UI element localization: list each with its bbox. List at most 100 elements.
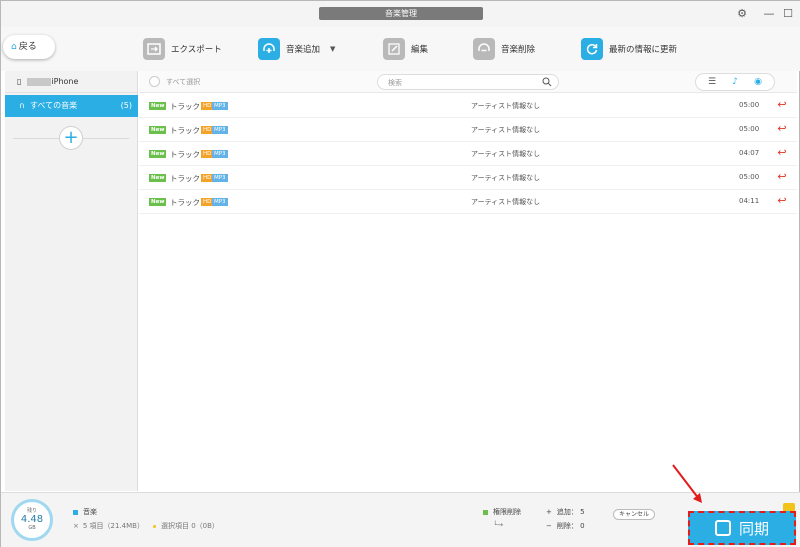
search-icon[interactable] <box>542 77 552 87</box>
search-placeholder: 検索 <box>388 79 402 87</box>
settings-gear-icon[interactable]: ⚙ <box>735 7 749 21</box>
add-music-button[interactable]: 音楽追加 ▼ <box>258 37 335 61</box>
items-summary-text: 5 項目（21.4MB） <box>82 522 144 530</box>
plus-icon: + <box>546 508 552 516</box>
all-music-label: すべての音楽 <box>29 101 78 110</box>
table-row[interactable]: New トラック 1 HD MP3 アーティスト情報なし 05:00 ↩ <box>139 94 797 118</box>
circle-view-icon[interactable]: ◉ <box>754 77 762 87</box>
device-name-redacted <box>27 77 52 86</box>
track-list-panel: すべて選択 検索 ☰ ♪ ◉ New トラック 1 HD MP3 アーティスト情… <box>139 71 797 491</box>
storage-caption: 残り <box>26 508 37 514</box>
refresh-icon <box>581 38 603 60</box>
refresh-button[interactable]: 最新の情報に更新 <box>581 37 677 61</box>
back-button[interactable]: ⌂ 戻る <box>3 35 55 59</box>
edit-label: 編集 <box>411 45 429 55</box>
device-item[interactable]: ▯ iPhone <box>5 71 137 93</box>
add-count: + 追加： 5 <box>546 507 585 517</box>
annotation-arrow-icon <box>672 464 702 503</box>
rights-legend: 権限削除 <box>483 507 521 517</box>
selected-dot-icon <box>153 524 156 528</box>
new-badge: New <box>149 126 167 134</box>
search-input[interactable]: 検索 <box>377 74 559 90</box>
music-legend: 音楽 <box>73 507 97 517</box>
track-artist: アーティスト情報なし <box>471 198 541 206</box>
format-badge: MP3 <box>212 126 228 134</box>
refresh-label: 最新の情報に更新 <box>609 45 678 55</box>
new-badge: New <box>149 198 167 206</box>
format-badge: MP3 <box>212 102 228 110</box>
maximize-button[interactable]: ☐ <box>781 7 795 21</box>
track-artist: アーティスト情報なし <box>471 174 541 182</box>
undo-icon[interactable]: ↩ <box>775 98 789 112</box>
back-label: 戻る <box>18 42 37 52</box>
new-badge: New <box>149 150 167 158</box>
select-all-checkbox[interactable]: すべて選択 <box>149 76 200 87</box>
sync-button[interactable]: 同期 <box>688 511 796 545</box>
app-window: 音楽管理 ⚙ — ☐ ⌂ 戻る エクスポート 音楽追加 ▼ 編集 音楽削除 最新… <box>0 0 800 547</box>
selected-summary: 選択項目 0（0B） <box>153 521 219 531</box>
headphones-delete-icon <box>473 38 495 60</box>
sync-icon <box>714 520 731 536</box>
music-note-view-icon[interactable]: ♪ <box>732 77 738 87</box>
table-row[interactable]: New トラック 2 HD MP3 アーティスト情報なし 05:00 ↩ <box>139 118 797 142</box>
undo-icon[interactable]: ↩ <box>775 146 789 160</box>
list-header: すべて選択 検索 ☰ ♪ ◉ <box>139 71 797 93</box>
music-legend-label: 音楽 <box>83 508 97 516</box>
cancel-button[interactable]: キャンセル <box>613 509 656 520</box>
track-artist: アーティスト情報なし <box>471 102 541 110</box>
toolbar: ⌂ 戻る エクスポート 音楽追加 ▼ 編集 音楽削除 最新の情報に更新 <box>1 27 800 71</box>
track-duration: 04:11 <box>739 197 760 205</box>
phone-icon: ▯ <box>17 77 22 86</box>
sidebar: ▯ iPhone ∩ すべての音楽 (5) + <box>5 71 138 491</box>
window-title: 音楽管理 <box>319 7 483 20</box>
undo-icon[interactable]: ↩ <box>775 122 789 136</box>
view-toggle-group: ☰ ♪ ◉ <box>695 73 775 91</box>
all-music-count: (5) <box>120 101 132 110</box>
return-arrow-icon: └→ <box>493 521 504 529</box>
list-view-icon[interactable]: ☰ <box>708 77 716 87</box>
rights-legend-label: 権限削除 <box>493 508 521 516</box>
table-row[interactable]: New トラック 3 HD MP3 アーティスト情報なし 04:07 ↩ <box>139 142 797 166</box>
add-music-dropdown-chevron-icon[interactable]: ▼ <box>330 45 335 53</box>
delete-count: − 削除： 0 <box>546 521 585 531</box>
select-all-radio-icon <box>149 76 160 87</box>
delete-music-label: 音楽削除 <box>501 45 536 55</box>
track-artist: アーティスト情報なし <box>471 150 541 158</box>
new-badge: New <box>149 174 167 182</box>
device-label: iPhone <box>51 77 79 86</box>
minus-icon: − <box>546 522 552 530</box>
track-artist: アーティスト情報なし <box>471 126 541 134</box>
minimize-button[interactable]: — <box>762 7 776 21</box>
headphones-add-icon <box>258 38 280 60</box>
add-count-text: 追加： 5 <box>556 508 585 516</box>
items-mark-icon: × <box>73 522 79 530</box>
delete-music-button[interactable]: 音楽削除 <box>473 37 535 61</box>
selected-summary-text: 選択項目 0（0B） <box>161 522 219 530</box>
format-badge: MP3 <box>212 150 228 158</box>
export-icon <box>143 38 165 60</box>
storage-value: 4.48 <box>20 514 44 525</box>
table-row[interactable]: New トラック 5 HD MP3 アーティスト情報なし 04:11 ↩ <box>139 190 797 214</box>
sidebar-item-all-music[interactable]: ∩ すべての音楽 (5) <box>5 95 138 117</box>
music-legend-swatch <box>73 509 78 515</box>
track-duration: 04:07 <box>739 149 760 157</box>
undo-icon[interactable]: ↩ <box>775 194 789 208</box>
add-playlist-button[interactable]: + <box>59 126 83 150</box>
title-bar: 音楽管理 ⚙ — ☐ <box>1 1 800 27</box>
export-button[interactable]: エクスポート <box>143 37 222 61</box>
undo-icon[interactable]: ↩ <box>775 170 789 184</box>
select-all-label: すべて選択 <box>166 77 201 86</box>
headphones-icon: ∩ <box>19 101 25 110</box>
table-row[interactable]: New トラック 4 HD MP3 アーティスト情報なし 05:00 ↩ <box>139 166 797 190</box>
edit-button[interactable]: 編集 <box>383 37 428 61</box>
format-badge: MP3 <box>212 198 228 206</box>
new-badge: New <box>149 102 167 110</box>
export-label: エクスポート <box>171 45 222 55</box>
format-badge: MP3 <box>212 174 228 182</box>
sync-label: 同期 <box>738 519 769 538</box>
track-duration: 05:00 <box>739 101 760 109</box>
storage-gauge: 残り 4.48 GB <box>11 499 53 541</box>
items-summary: × 5 項目（21.4MB） <box>73 521 144 531</box>
delete-count-text: 削除： 0 <box>556 522 585 530</box>
rights-legend-swatch <box>483 509 488 515</box>
